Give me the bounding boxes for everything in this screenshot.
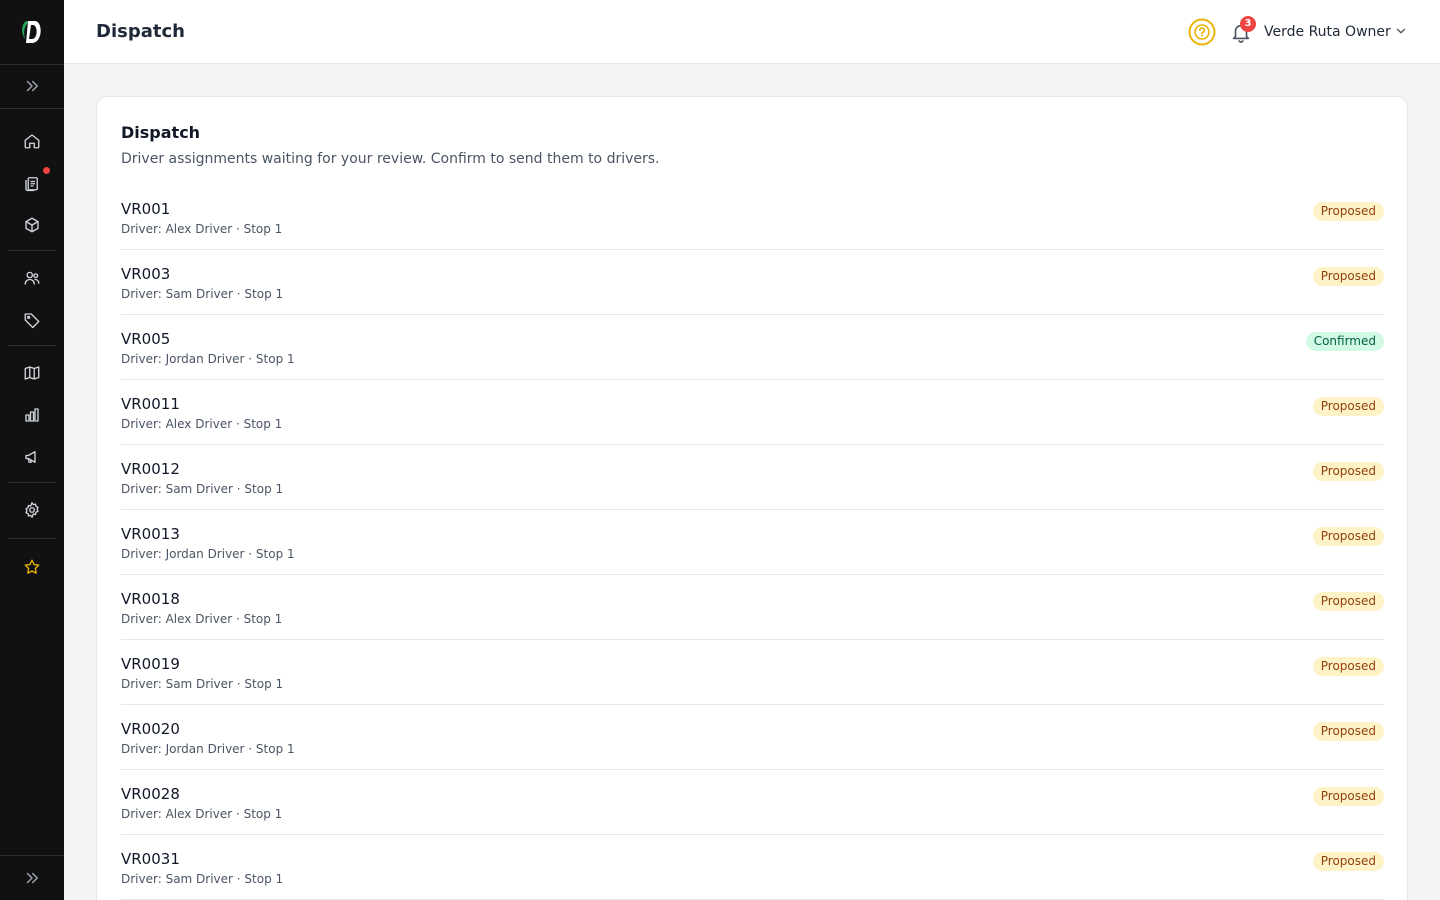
assignment-driver-stop: Driver: Sam Driver · Stop 1 — [121, 287, 284, 301]
dispatch-card: Dispatch Driver assignments waiting for … — [96, 96, 1408, 900]
assignment-id: VR0013 — [121, 525, 180, 543]
sidebar-item-reports[interactable] — [16, 399, 48, 431]
sidebar-divider — [8, 345, 56, 346]
sidebar-item-map[interactable] — [16, 357, 48, 389]
assignment-driver-stop: Driver: Jordan Driver · Stop 1 — [121, 742, 295, 756]
status-badge: Proposed — [1312, 462, 1384, 481]
status-badge: Proposed — [1312, 592, 1384, 611]
sidebar — [0, 0, 64, 900]
assignment-row[interactable]: VR003 Driver: Sam Driver · Stop 1 Proposed — [121, 250, 1384, 315]
assignment-driver-stop: Driver: Sam Driver · Stop 1 — [121, 872, 284, 886]
chevron-down-icon[interactable] — [1394, 24, 1408, 38]
assignment-driver-stop: Driver: Sam Driver · Stop 1 — [121, 482, 284, 496]
sidebar-item-products[interactable] — [16, 209, 48, 241]
assignment-list: VR001 Driver: Alex Driver · Stop 1 Propose… — [121, 185, 1384, 900]
assignment-row[interactable]: VR0020 Driver: Jordan Driver · Stop 1 Prop… — [121, 705, 1384, 770]
assignment-row[interactable]: VR005 Driver: Jordan Driver · Stop 1 Confi… — [121, 315, 1384, 380]
sidebar-divider — [8, 482, 56, 483]
sidebar-item-settings[interactable] — [16, 494, 48, 526]
help-icon[interactable] — [1188, 18, 1216, 46]
assignment-row[interactable]: VR001 Driver: Alex Driver · Stop 1 Propose… — [121, 185, 1384, 250]
assignment-row[interactable]: VR0019 Driver: Sam Driver · Stop 1 Propose… — [121, 640, 1384, 705]
sidebar-divider — [0, 108, 64, 109]
assignment-driver-stop: Driver: Sam Driver · Stop 1 — [121, 677, 284, 691]
card-title: Dispatch — [121, 123, 201, 142]
assignment-id: VR001 — [121, 200, 171, 218]
sidebar-collapse-button[interactable] — [16, 862, 48, 894]
sidebar-divider — [0, 64, 64, 65]
assignment-id: VR003 — [121, 265, 171, 283]
sidebar-expand-button[interactable] — [16, 70, 48, 102]
bar-chart-icon — [25, 408, 39, 422]
status-badge: Proposed — [1312, 787, 1384, 806]
gear-icon — [25, 501, 39, 519]
assignment-id: VR0019 — [121, 655, 180, 673]
assignment-driver-stop: Driver: Jordan Driver · Stop 1 — [121, 547, 295, 561]
map-icon — [24, 366, 40, 380]
sidebar-item-tags[interactable] — [16, 304, 48, 336]
assignment-id: VR0012 — [121, 460, 180, 478]
assignment-row[interactable]: VR0012 Driver: Sam Driver · Stop 1 Propose… — [121, 445, 1384, 510]
status-badge: Proposed — [1312, 202, 1384, 221]
home-icon — [24, 134, 40, 149]
logo-icon — [22, 21, 41, 43]
assignment-id: VR005 — [121, 330, 171, 348]
assignment-id: VR0018 — [121, 590, 180, 608]
star-icon — [24, 559, 40, 574]
assignment-row[interactable]: VR0031 Driver: Sam Driver · Stop 1 Propose… — [121, 835, 1384, 900]
assignment-id: VR0028 — [121, 785, 180, 803]
status-badge: Proposed — [1312, 527, 1384, 546]
notification-count-badge: 3 — [1240, 16, 1256, 32]
sidebar-divider — [0, 855, 64, 856]
assignment-id: VR0031 — [121, 850, 180, 868]
status-badge: Proposed — [1312, 397, 1384, 416]
page-title: Dispatch — [96, 21, 185, 42]
chevrons-right-icon — [26, 80, 38, 92]
sidebar-divider — [8, 538, 56, 539]
notification-dot — [43, 167, 50, 174]
card-subtitle: Driver assignments waiting for your revi… — [121, 151, 660, 167]
status-badge: Proposed — [1312, 722, 1384, 741]
status-badge: Confirmed — [1305, 332, 1384, 351]
sidebar-item-customers[interactable] — [16, 262, 48, 294]
app-logo[interactable] — [0, 0, 64, 64]
assignment-row[interactable]: VR0018 Driver: Alex Driver · Stop 1 Propos… — [121, 575, 1384, 640]
assignment-row[interactable]: VR0013 Driver: Jordan Driver · Stop 1 Prop… — [121, 510, 1384, 575]
assignment-driver-stop: Driver: Alex Driver · Stop 1 — [121, 417, 283, 431]
users-icon — [24, 271, 40, 285]
tag-icon — [24, 313, 40, 329]
assignment-driver-stop: Driver: Jordan Driver · Stop 1 — [121, 352, 295, 366]
sidebar-item-favorites[interactable] — [16, 551, 48, 583]
sidebar-divider — [8, 250, 56, 251]
chevrons-right-icon — [26, 872, 38, 884]
assignment-row[interactable]: VR0011 Driver: Alex Driver · Stop 1 Propos… — [121, 380, 1384, 445]
assignment-row[interactable]: VR0028 Driver: Alex Driver · Stop 1 Propos… — [121, 770, 1384, 835]
sidebar-item-orders[interactable] — [16, 167, 50, 199]
sidebar-item-home[interactable] — [16, 125, 48, 157]
status-badge: Proposed — [1312, 657, 1384, 676]
assignment-id: VR0011 — [121, 395, 180, 413]
user-menu-name[interactable]: Verde Ruta Owner — [1264, 22, 1391, 42]
megaphone-icon — [25, 451, 36, 463]
status-badge: Proposed — [1312, 852, 1384, 871]
status-badge: Proposed — [1312, 267, 1384, 286]
clipboard-icon — [25, 177, 38, 192]
assignment-driver-stop: Driver: Alex Driver · Stop 1 — [121, 807, 283, 821]
sidebar-item-marketing[interactable] — [16, 441, 48, 473]
assignment-driver-stop: Driver: Alex Driver · Stop 1 — [121, 222, 283, 236]
box-icon — [25, 217, 39, 233]
assignment-driver-stop: Driver: Alex Driver · Stop 1 — [121, 612, 283, 626]
top-header: Dispatch 3 Verde Ruta Owner — [64, 0, 1440, 64]
assignment-id: VR0020 — [121, 720, 180, 738]
